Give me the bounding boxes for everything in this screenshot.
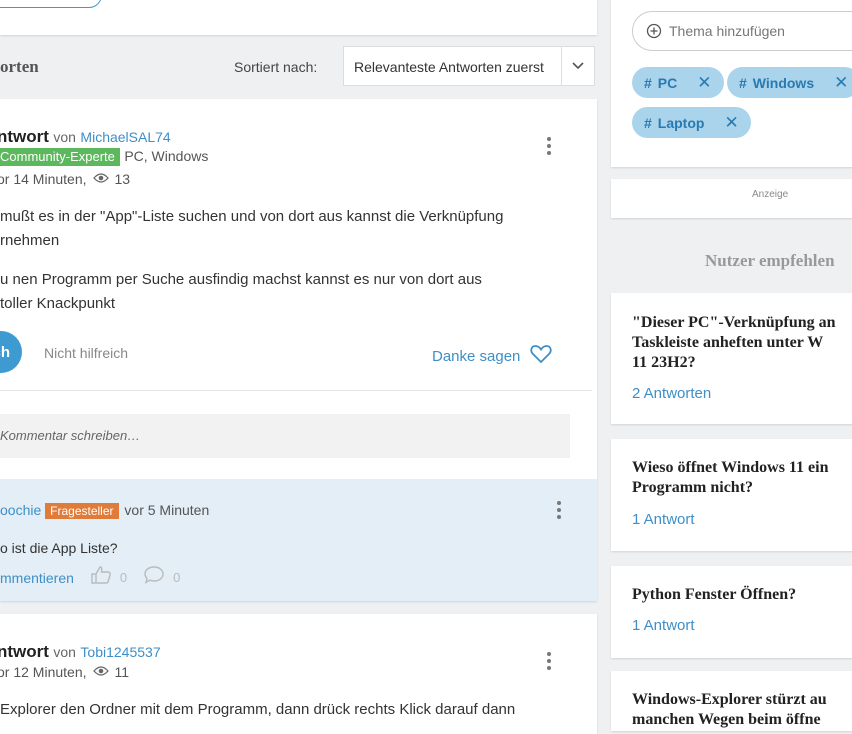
tag-label: Laptop (657, 114, 705, 131)
answer-header: ntwort von MichaelSAL74 (0, 127, 171, 147)
question-answers-count[interactable]: 1 Antwort (632, 617, 695, 634)
answer-text: Explorer den Ordner mit dem Programm, da… (0, 701, 516, 718)
question-answers-count[interactable]: 2 Antworten (632, 385, 711, 402)
question-title[interactable]: Wieso öffnet Windows 11 ein Programm nic… (632, 458, 852, 498)
plus-circle-icon (646, 23, 662, 44)
answer-time: or 14 Minuten, (0, 171, 87, 187)
close-icon[interactable]: ✕ (834, 73, 848, 93)
chevron-down-icon[interactable] (561, 47, 594, 85)
answer-meta: or 12 Minuten, 11 (0, 664, 129, 680)
topic-tag[interactable]: # PC ✕ (632, 67, 724, 98)
tag-label: Windows (752, 74, 815, 91)
divider (0, 390, 592, 391)
eye-icon (92, 171, 109, 187)
thumbs-up-icon[interactable] (90, 565, 112, 590)
answer-card: ntwort von MichaelSAL74 Community-Expert… (0, 99, 597, 601)
answer-badges: Community-Experte PC, Windows (0, 148, 208, 166)
topic-input[interactable]: Thema hinzufügen (632, 11, 852, 51)
close-icon[interactable]: ✕ (724, 113, 738, 133)
related-question-card[interactable]: Wieso öffnet Windows 11 ein Programm nic… (611, 439, 852, 551)
question-card-bottom (0, 0, 597, 35)
reply-actions: mmentieren 0 0 (0, 565, 180, 590)
question-answers-count[interactable]: 1 Antwort (632, 511, 695, 528)
answer-user-link[interactable]: MichaelSAL74 (80, 129, 170, 145)
comment-input[interactable]: Kommentar schreiben… (0, 414, 570, 458)
topic-tag[interactable]: # Windows ✕ (727, 67, 852, 98)
more-options-icon[interactable] (547, 652, 551, 673)
outline-button[interactable] (0, 0, 102, 8)
answer-topics: PC, Windows (124, 148, 209, 164)
answer-views: 13 (114, 171, 131, 187)
reply-comments-count: 0 (173, 570, 181, 585)
recommend-heading: Nutzer empfehlen (705, 251, 835, 270)
answer-heading: ntwort (0, 127, 49, 146)
question-title[interactable]: "Dieser PC"-Verknüpfung an Taskleiste an… (632, 313, 852, 373)
related-question-card[interactable]: "Dieser PC"-Verknüpfung an Taskleiste an… (611, 293, 852, 424)
answer-card: ntwort von Tobi1245537 or 12 Minuten, 11… (0, 614, 597, 734)
heart-icon (530, 344, 553, 368)
topic-placeholder: Thema hinzufügen (669, 23, 785, 39)
question-title[interactable]: Python Fenster Öffnen? (632, 585, 852, 605)
reply-user-link[interactable]: oochie (0, 502, 41, 518)
topics-card: Thema hinzufügen # PC ✕ # Windows ✕ # Lapto… (611, 0, 852, 167)
expert-badge: Community-Experte (0, 148, 120, 166)
asker-badge: Fragesteller (45, 503, 119, 519)
ad-label: Anzeige (752, 189, 789, 200)
reply-more-options-icon[interactable] (557, 501, 561, 522)
related-question-card[interactable]: Windows-Explorer stürzt au manchen Wegen… (611, 671, 852, 731)
answer-meta: or 14 Minuten, 13 (0, 171, 130, 187)
thanks-button[interactable]: Danke sagen (432, 344, 553, 368)
thanks-label: Danke sagen (432, 347, 521, 365)
reply-likes: 0 (119, 570, 128, 585)
sort-value: Relevanteste Antworten zuerst (354, 59, 544, 75)
sort-label: Sortiert nach: (234, 59, 318, 75)
comment-placeholder: Kommentar schreiben… (0, 428, 141, 443)
reply-header: oochie Fragesteller vor 5 Minuten (0, 502, 210, 519)
answer-von: von (53, 644, 76, 660)
answer-user-link[interactable]: Tobi1245537 (80, 644, 160, 660)
answer-von: von (53, 129, 76, 145)
ad-card: Anzeige (611, 179, 852, 218)
eye-icon (92, 664, 109, 680)
answer-paragraph-2: u nen Programm per Suche ausfindig machs… (0, 271, 482, 312)
speech-bubble-icon[interactable] (143, 565, 165, 590)
more-options-icon[interactable] (547, 137, 551, 158)
question-title[interactable]: Windows-Explorer stürzt au manchen Wegen… (632, 690, 852, 730)
answer-time: or 12 Minuten, (0, 664, 87, 680)
reply-time: vor 5 Minuten (124, 502, 210, 518)
answer-paragraph-1: mußt es in der "App"-Liste suchen und vo… (0, 208, 504, 249)
answer-heading: ntwort (0, 642, 49, 661)
close-icon[interactable]: ✕ (697, 73, 711, 93)
answer-header: ntwort von Tobi1245537 (0, 642, 161, 662)
reply-text: o ist die App Liste? (0, 540, 118, 556)
reply-comment-link[interactable]: mmentieren (0, 570, 74, 586)
answers-heading: orten (0, 57, 39, 76)
tag-label: PC (657, 74, 678, 91)
topic-tag[interactable]: # Laptop ✕ (632, 107, 751, 138)
reply-comment: oochie Fragesteller vor 5 Minuten o ist … (0, 479, 597, 601)
related-question-card[interactable]: Python Fenster Öffnen? 1 Antwort (611, 566, 852, 658)
sort-select[interactable]: Relevanteste Antworten zuerst (343, 46, 595, 86)
helpful-button[interactable]: ch (0, 331, 22, 373)
answer-views: 11 (114, 664, 130, 680)
not-helpful-button[interactable]: Nicht hilfreich (44, 345, 128, 361)
